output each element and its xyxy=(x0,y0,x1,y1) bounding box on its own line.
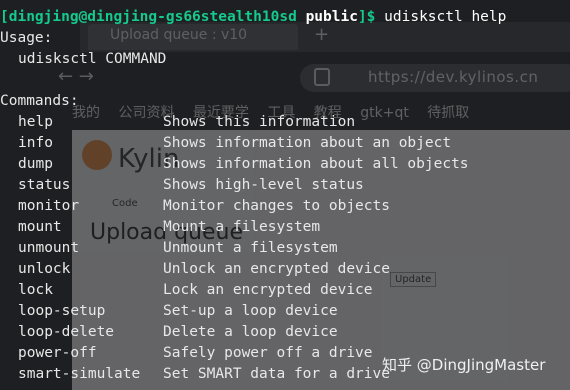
zhihu-watermark: 知乎 @DingJingMaster xyxy=(382,356,546,374)
command-name: status xyxy=(18,177,71,193)
command-name: help xyxy=(18,114,53,130)
command-name: smart-simulate xyxy=(18,366,141,382)
command-name: unmount xyxy=(18,240,80,256)
command-name: loop-setup xyxy=(18,303,106,319)
command-description: Lock an encrypted device xyxy=(163,282,373,298)
command-description: Unmount a filesystem xyxy=(163,240,338,256)
prompt-line: [dingjing@dingjing-gs66stealth10sd publi… xyxy=(0,7,506,27)
command-name: power-off xyxy=(18,345,97,361)
command-description: Delete a loop device xyxy=(163,324,338,340)
command-description: Monitor changes to objects xyxy=(163,198,390,214)
usage-line: udisksctl COMMAND xyxy=(18,51,167,67)
command-name: loop-delete xyxy=(18,324,115,340)
prompt-open-bracket: [ xyxy=(0,9,9,25)
prompt-cwd: public xyxy=(305,9,358,25)
command-name: info xyxy=(18,135,53,151)
usage-header: Usage: xyxy=(0,30,53,46)
command-description: Shows high-level status xyxy=(163,177,364,193)
command-name: unlock xyxy=(18,261,71,277)
command-description: Mount a filesystem xyxy=(163,219,321,235)
command-description: Shows this information xyxy=(163,114,356,130)
prompt-user-host: dingjing@dingjing-gs66stealth10sd xyxy=(8,9,297,25)
command-name: monitor xyxy=(18,198,80,214)
commands-header: Commands: xyxy=(0,93,79,109)
command-name: mount xyxy=(18,219,62,235)
command-description: Shows information about all objects xyxy=(163,156,469,172)
prompt-command: udisksctl help xyxy=(384,9,507,25)
command-name: lock xyxy=(18,282,53,298)
command-description: Safely power off a drive xyxy=(163,345,373,361)
command-description: Unlock an encrypted device xyxy=(163,261,390,277)
prompt-close: ]$ xyxy=(357,9,376,25)
command-name: dump xyxy=(18,156,53,172)
command-description: Shows information about an object xyxy=(163,135,452,151)
command-description: Set-up a loop device xyxy=(163,303,338,319)
terminal-window[interactable]: [dingjing@dingjing-gs66stealth10sd publi… xyxy=(0,0,570,390)
command-description: Set SMART data for a drive xyxy=(163,366,390,382)
